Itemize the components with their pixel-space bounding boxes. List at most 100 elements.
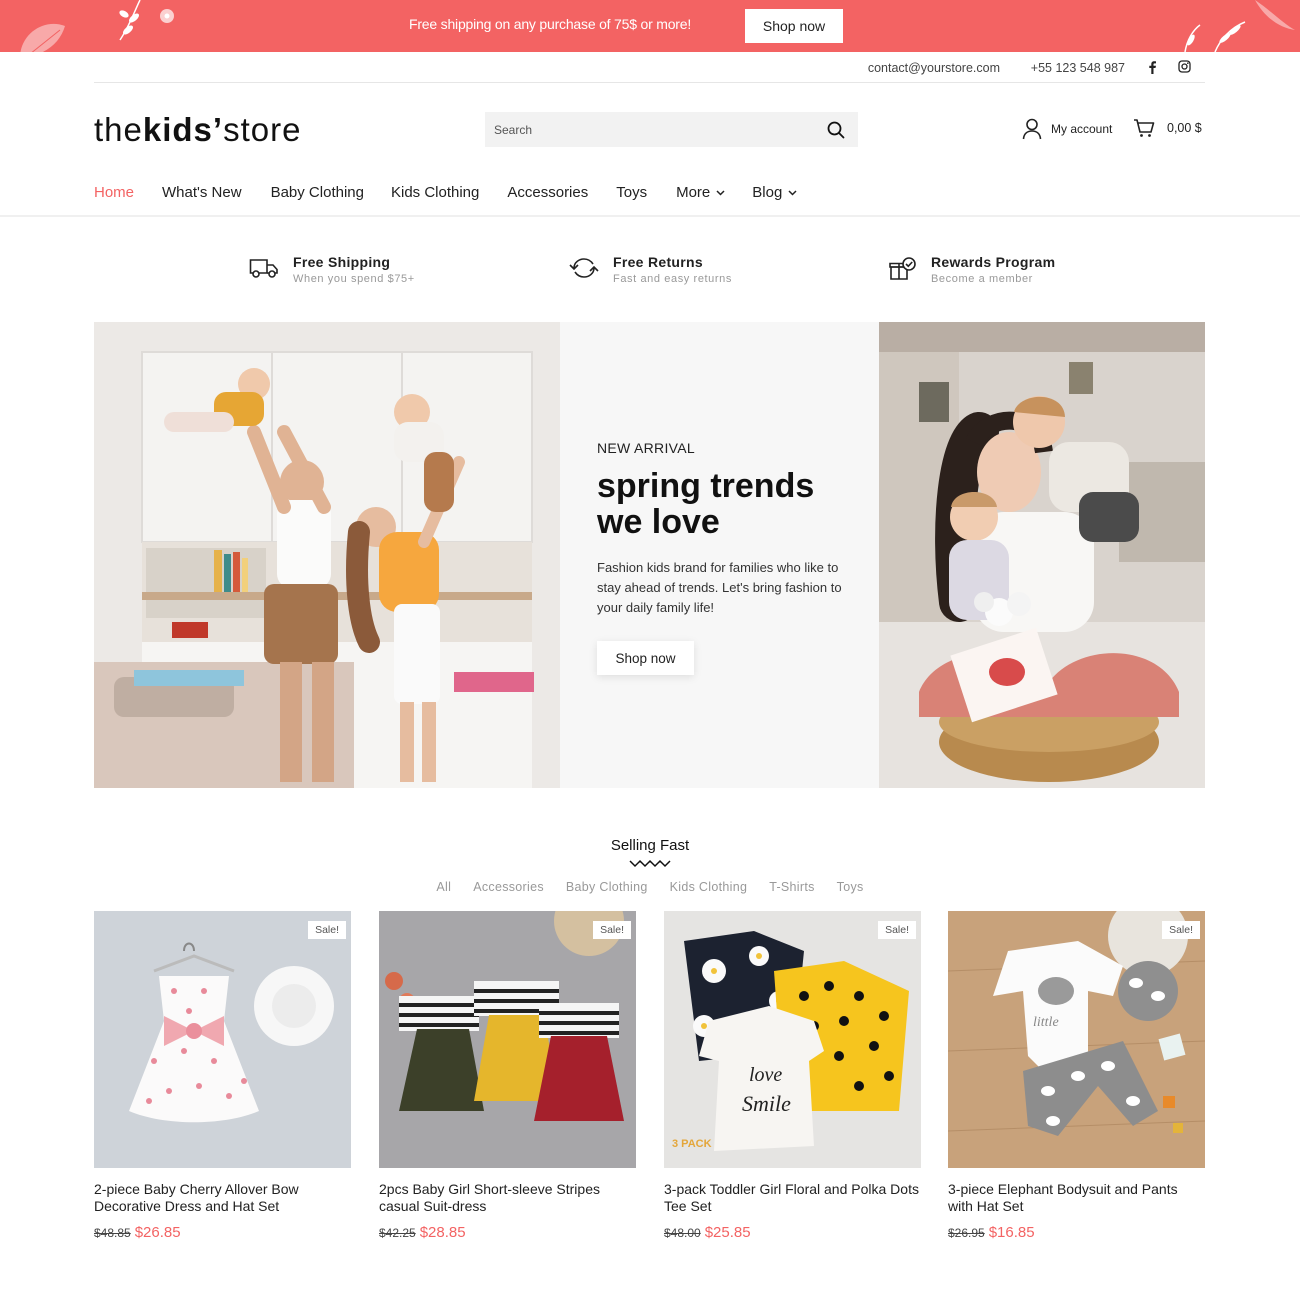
filter-tab-toys[interactable]: Toys xyxy=(837,880,864,894)
selling-fast-title: Selling Fast xyxy=(610,837,690,854)
nav-item-accessories[interactable]: Accessories xyxy=(507,184,588,201)
product-image[interactable]: Sale! xyxy=(379,911,636,1168)
my-account-label: My account xyxy=(1051,122,1113,136)
hero-shop-now-button[interactable]: Shop now xyxy=(597,641,694,675)
feature-free-returns: Free Returns Fast and easy returns xyxy=(569,254,732,285)
sale-price: $28.85 xyxy=(419,1224,466,1241)
filter-tab-all[interactable]: All xyxy=(436,880,451,894)
old-price: $26.95 xyxy=(948,1226,985,1240)
product-image[interactable]: Sale! xyxy=(94,911,351,1168)
promo-text: Free shipping on any purchase of 75$ or … xyxy=(408,16,692,32)
filter-tab-kids-clothing[interactable]: Kids Clothing xyxy=(670,880,748,894)
nav-item-whats-new[interactable]: What's New xyxy=(162,184,242,201)
product-image[interactable]: little Sale! xyxy=(948,911,1205,1168)
search-icon[interactable] xyxy=(827,121,845,139)
product-price: $42.25 $28.85 xyxy=(379,1224,636,1241)
nav-item-baby-clothing[interactable]: Baby Clothing xyxy=(271,184,364,201)
returns-icon xyxy=(569,258,599,278)
my-account-link[interactable]: My account xyxy=(1022,118,1112,140)
product-filter-tabs: All Accessories Baby Clothing Kids Cloth… xyxy=(0,880,1300,894)
product-card[interactable]: love Smile 3 PACK Sale! 3-pack Toddler G… xyxy=(664,911,921,1241)
feature-subtitle: Fast and easy returns xyxy=(613,273,732,285)
product-name[interactable]: 3-pack Toddler Girl Floral and Polka Dot… xyxy=(664,1181,921,1215)
feature-subtitle: When you spend $75+ xyxy=(293,273,415,285)
old-price: $48.00 xyxy=(664,1226,701,1240)
chevron-down-icon xyxy=(716,189,725,196)
search-input[interactable] xyxy=(485,112,815,147)
sale-badge: Sale! xyxy=(308,921,346,939)
dresses-illustration xyxy=(379,911,636,1168)
hero-text-panel: NEW ARRIVAL spring trends we love Fashio… xyxy=(560,322,879,788)
product-card[interactable]: Sale! 2pcs Baby Girl Short-sleeve Stripe… xyxy=(379,911,636,1241)
dress-hat-illustration xyxy=(94,911,351,1168)
feature-title: Rewards Program xyxy=(931,254,1056,270)
instagram-icon[interactable] xyxy=(1178,60,1191,73)
hero-family-image[interactable] xyxy=(94,322,560,788)
filter-tab-t-shirts[interactable]: T-Shirts xyxy=(769,880,814,894)
product-name[interactable]: 2-piece Baby Cherry Allover Bow Decorati… xyxy=(94,1181,351,1215)
sale-badge: Sale! xyxy=(1162,921,1200,939)
nav-item-toys[interactable]: Toys xyxy=(616,184,647,201)
mother-kids-photo-illustration xyxy=(879,322,1205,788)
nav-label: More xyxy=(676,184,711,201)
product-image[interactable]: love Smile 3 PACK Sale! xyxy=(664,911,921,1168)
cart-icon xyxy=(1134,119,1155,137)
nav-label: What's New xyxy=(162,184,242,201)
feature-title: Free Shipping xyxy=(293,254,391,270)
sale-badge: Sale! xyxy=(593,921,631,939)
product-card[interactable]: Sale! 2-piece Baby Cherry Allover Bow De… xyxy=(94,911,351,1241)
nav-item-more[interactable]: More xyxy=(676,184,725,201)
contact-strip: contact@yourstore.com +55 123 548 987 xyxy=(94,52,1205,83)
cart-link[interactable]: 0,00 $ xyxy=(1133,118,1202,138)
product-name[interactable]: 3-piece Elephant Bodysuit and Pants with… xyxy=(948,1181,1205,1215)
feature-subtitle: Become a member xyxy=(931,273,1033,285)
main-nav: Home What's New Baby Clothing Kids Cloth… xyxy=(94,184,797,201)
sale-price: $16.85 xyxy=(988,1224,1035,1241)
zigzag-divider-icon xyxy=(629,859,671,868)
nav-item-blog[interactable]: Blog xyxy=(752,184,797,201)
store-logo[interactable]: thekids’store xyxy=(94,111,301,149)
hero-kicker: NEW ARRIVAL xyxy=(597,440,695,456)
filter-tab-accessories[interactable]: Accessories xyxy=(473,880,544,894)
tee-set-illustration: love Smile 3 PACK xyxy=(664,911,921,1168)
old-price: $48.85 xyxy=(94,1226,131,1240)
logo-text-the: the xyxy=(94,111,143,148)
feature-free-shipping: Free Shipping When you spend $75+ xyxy=(249,254,415,285)
svg-text:little: little xyxy=(1033,1015,1059,1030)
sale-price: $26.85 xyxy=(134,1224,181,1241)
product-price: $48.00 $25.85 xyxy=(664,1224,921,1241)
logo-text-kids: kids’ xyxy=(142,111,224,148)
product-price: $26.95 $16.85 xyxy=(948,1224,1205,1241)
nav-item-kids-clothing[interactable]: Kids Clothing xyxy=(391,184,479,201)
nav-label: Home xyxy=(94,184,135,201)
family-photo-illustration xyxy=(94,322,560,788)
contact-email-link[interactable]: contact@yourstore.com xyxy=(868,61,1000,75)
filter-tab-baby-clothing[interactable]: Baby Clothing xyxy=(566,880,648,894)
chevron-down-icon xyxy=(788,189,797,196)
search-bar xyxy=(485,112,858,147)
elephant-set-illustration: little xyxy=(948,911,1205,1168)
nav-label: Toys xyxy=(616,184,648,201)
sale-price: $25.85 xyxy=(704,1224,751,1241)
product-name[interactable]: 2pcs Baby Girl Short-sleeve Stripes casu… xyxy=(379,1181,636,1215)
nav-item-home[interactable]: Home xyxy=(94,184,134,201)
hero-mother-image[interactable] xyxy=(879,322,1205,788)
svg-text:Smile: Smile xyxy=(742,1091,791,1116)
hero-description: Fashion kids brand for families who like… xyxy=(597,560,842,615)
sale-badge: Sale! xyxy=(878,921,916,939)
svg-text:love: love xyxy=(749,1064,782,1086)
hero-title: spring trends we love xyxy=(597,467,815,541)
product-price: $48.85 $26.85 xyxy=(94,1224,351,1241)
nav-label: Kids Clothing xyxy=(390,184,480,201)
contact-phone-link[interactable]: +55 123 548 987 xyxy=(1031,61,1125,75)
product-card[interactable]: little Sale! 3-piece Elephant Bodysuit a… xyxy=(948,911,1205,1241)
gift-icon xyxy=(889,257,916,280)
nav-label: Baby Clothing xyxy=(270,184,364,201)
promo-bar: Free shipping on any purchase of 75$ or … xyxy=(0,0,1300,52)
nav-label: Accessories xyxy=(507,184,589,201)
feature-title: Free Returns xyxy=(613,254,703,270)
truck-icon xyxy=(249,259,278,278)
cart-total: 0,00 $ xyxy=(1167,121,1202,135)
facebook-icon[interactable] xyxy=(1147,60,1157,74)
promo-shop-now-button[interactable]: Shop now xyxy=(745,9,843,43)
